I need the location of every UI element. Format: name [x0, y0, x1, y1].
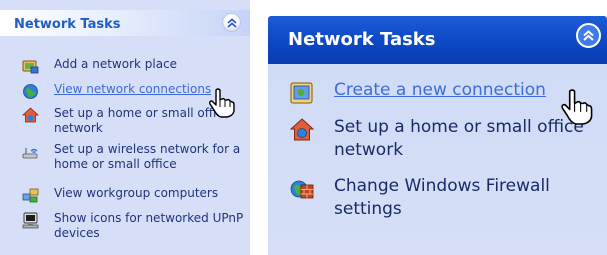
network-tasks-panel-small: Network Tasks Add a network place View n… [0, 0, 250, 255]
hand-cursor-icon [561, 89, 593, 125]
upnp-devices-icon [22, 212, 39, 229]
task-label: Change Windows Firewall settings [334, 176, 550, 219]
panel-header[interactable]: Network Tasks [268, 16, 607, 64]
network-place-icon [22, 60, 39, 74]
task-label: View workgroup computers [54, 186, 219, 200]
task-label: Add a network place [54, 57, 178, 71]
collapse-button[interactable] [576, 23, 601, 48]
network-tasks-panel-large: Network Tasks Create a new connection Se… [268, 16, 607, 255]
panel-title: Network Tasks [288, 29, 436, 50]
home-network-icon [22, 107, 39, 123]
collapse-button[interactable] [222, 13, 241, 32]
task-label: Set up a home or small office network [334, 117, 584, 160]
chevron-up-double-icon [227, 18, 237, 28]
network-connections-icon [23, 84, 38, 99]
panel-body: Add a network place View network connect… [0, 36, 250, 255]
workgroup-computers-icon [22, 188, 39, 203]
chevron-up-double-icon [583, 30, 594, 41]
hand-cursor-icon [209, 88, 235, 118]
wireless-network-icon [22, 148, 38, 159]
panel-title: Network Tasks [14, 17, 121, 32]
task-label: Show icons for networked UPnP devices [54, 211, 244, 240]
panel-header[interactable]: Network Tasks [0, 10, 250, 36]
task-label: Create a new connection [334, 80, 546, 100]
home-network-icon [290, 118, 314, 141]
panel-body: Create a new connection Set up a home or… [268, 64, 607, 255]
firewall-icon [290, 180, 314, 199]
new-connection-icon [290, 82, 313, 104]
task-label: Set up a wireless network for a home or … [54, 142, 241, 171]
